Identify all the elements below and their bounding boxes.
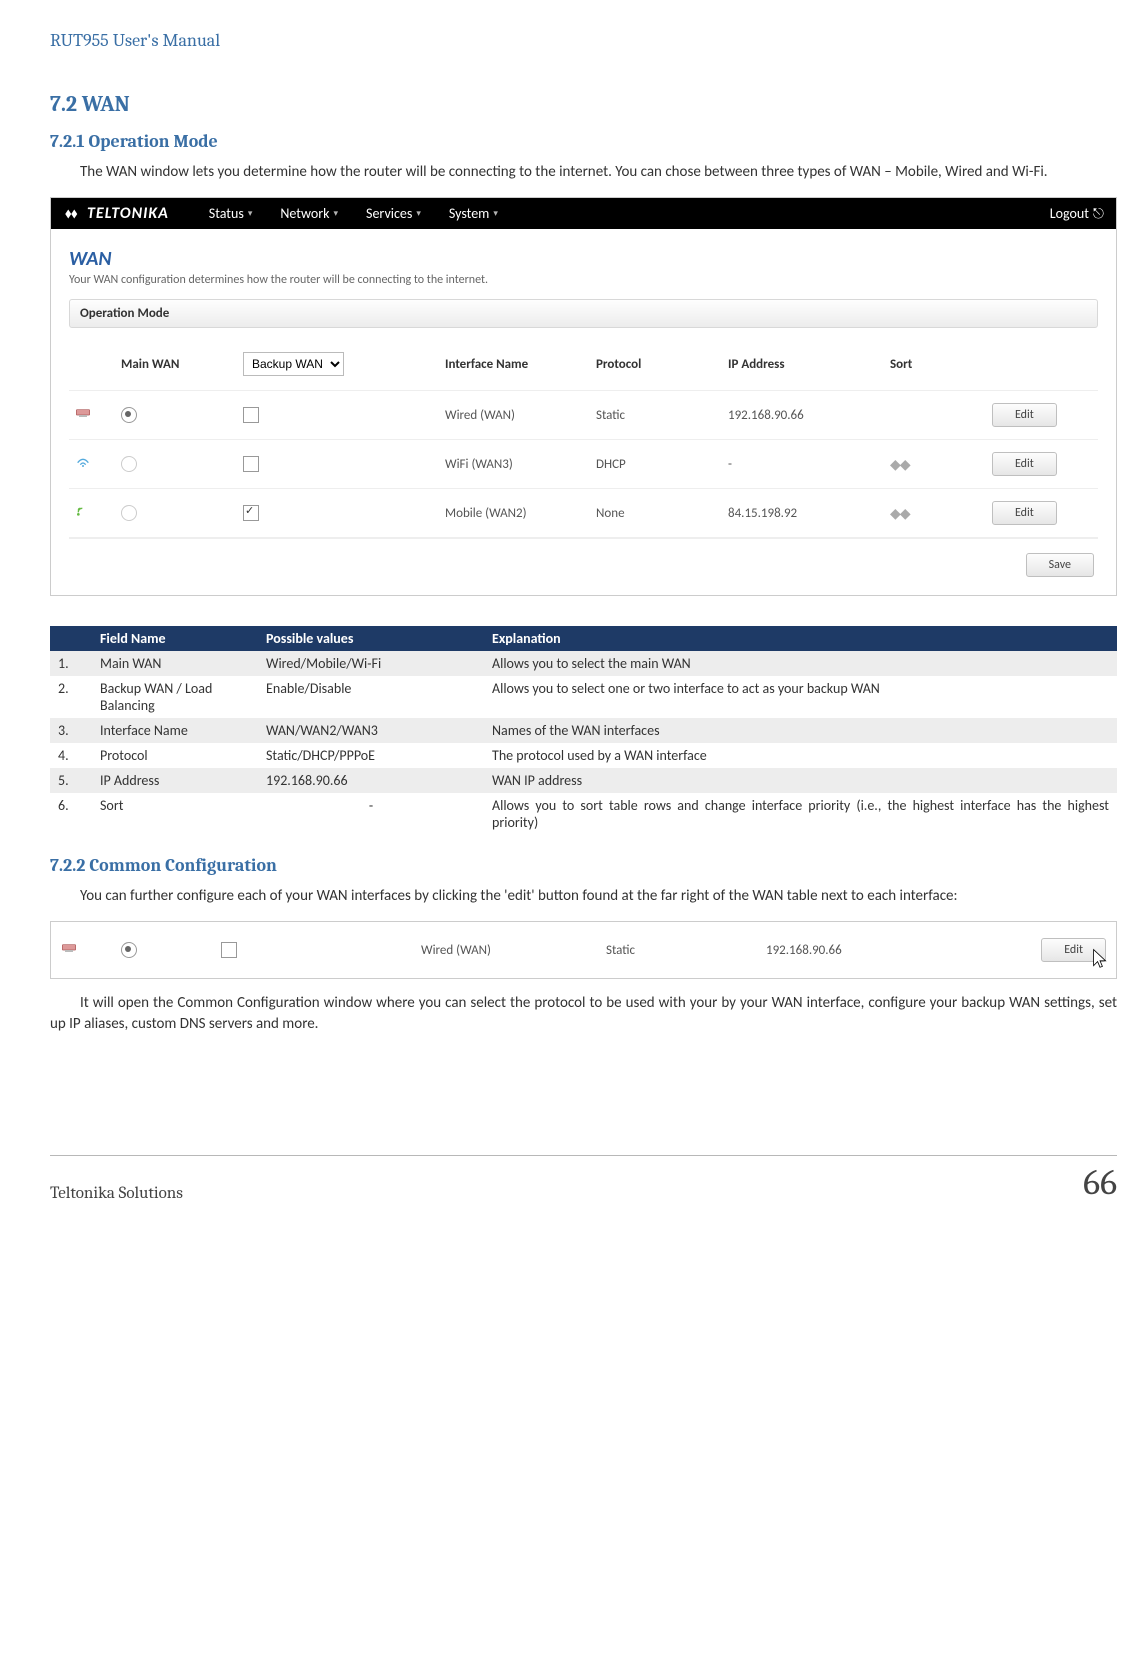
top-nav: Status▾ Network▾ Services▾ System▾ — [209, 205, 1050, 222]
col-protocol: Protocol — [590, 342, 722, 391]
cursor-icon — [1090, 948, 1110, 972]
cell-ip: - — [722, 440, 884, 489]
brand-text: TELTONIKA — [87, 204, 169, 223]
save-button[interactable]: Save — [1026, 553, 1094, 577]
backup-wan-checkbox[interactable] — [243, 456, 259, 472]
table-row: Mobile (WAN2) None 84.15.198.92 ◆ ◆ Edit — [69, 489, 1098, 538]
footer-brand: Teltonika Solutions — [50, 1184, 183, 1203]
sort-handle[interactable]: ◆ ◆ — [890, 505, 909, 522]
table-row: WiFi (WAN3) DHCP - ◆ ◆ Edit — [69, 440, 1098, 489]
wired-icon — [75, 406, 91, 420]
mobile-icon — [75, 504, 91, 518]
table-row: 5. IP Address 192.168.90.66 WAN IP addre… — [50, 768, 1117, 793]
cell-ip: 192.168.90.66 — [722, 391, 884, 440]
cell-protocol: None — [590, 489, 722, 538]
col-ip-address: IP Address — [722, 342, 884, 391]
edit-button[interactable]: Edit — [992, 501, 1057, 525]
paragraph: The WAN window lets you determine how th… — [50, 162, 1117, 183]
cell-interface: Mobile (WAN2) — [439, 489, 590, 538]
table-row: 2. Backup WAN / Load Balancing Enable/Di… — [50, 676, 1117, 718]
table-row: 6. Sort - Allows you to sort table rows … — [50, 793, 1117, 835]
router-ui-row-screenshot: Wired (WAN) Static 192.168.90.66 Edit — [50, 921, 1117, 979]
chevron-down-icon: ▾ — [416, 208, 421, 219]
col-interface-name: Interface Name — [439, 342, 590, 391]
chevron-down-icon: ▾ — [248, 208, 253, 219]
col-sort: Sort — [884, 342, 986, 391]
topbar: TELTONIKA Status▾ Network▾ Services▾ Sys… — [51, 198, 1116, 229]
subsection-heading: 7.2.1 Operation Mode — [50, 131, 1117, 152]
edit-button[interactable]: Edit — [992, 452, 1057, 476]
col-explanation: Explanation — [484, 626, 1117, 651]
col-main-wan: Main WAN — [115, 342, 237, 391]
cell-interface: Wired (WAN) — [411, 922, 596, 978]
subsection-heading: 7.2.2 Common Configuration — [50, 855, 1117, 876]
nav-system[interactable]: System▾ — [449, 205, 498, 222]
field-explanation-table: Field Name Possible values Explanation 1… — [50, 626, 1117, 835]
main-wan-radio[interactable] — [121, 456, 137, 472]
table-row: 3. Interface Name WAN/WAN2/WAN3 Names of… — [50, 718, 1117, 743]
cell-protocol: Static — [596, 922, 756, 978]
backup-wan-checkbox[interactable] — [221, 942, 237, 958]
table-row: Wired (WAN) Static 192.168.90.66 Edit — [51, 922, 1116, 978]
page-footer: Teltonika Solutions 66 — [50, 1155, 1117, 1203]
router-ui-screenshot: TELTONIKA Status▾ Network▾ Services▾ Sys… — [50, 197, 1117, 596]
nav-status[interactable]: Status▾ — [209, 205, 253, 222]
wifi-icon — [75, 455, 91, 469]
wan-table: Main WAN Backup WAN Interface Name Proto… — [69, 342, 1098, 538]
cell-ip: 84.15.198.92 — [722, 489, 884, 538]
chevron-down-icon: ▾ — [493, 208, 498, 219]
backup-wan-select[interactable]: Backup WAN — [243, 352, 344, 376]
nav-services[interactable]: Services▾ — [366, 205, 421, 222]
main-wan-radio[interactable] — [121, 407, 137, 423]
logout-link[interactable]: Logout ⎋ — [1050, 205, 1104, 222]
backup-wan-checkbox[interactable] — [243, 505, 259, 521]
edit-button[interactable]: Edit — [992, 403, 1057, 427]
col-possible-values: Possible values — [258, 626, 484, 651]
paragraph: You can further configure each of your W… — [50, 886, 1117, 907]
cell-ip: 192.168.90.66 — [756, 922, 976, 978]
main-wan-radio[interactable] — [121, 942, 137, 958]
cell-protocol: DHCP — [590, 440, 722, 489]
table-row: 4. Protocol Static/DHCP/PPPoE The protoc… — [50, 743, 1117, 768]
cell-protocol: Static — [590, 391, 722, 440]
sort-handle[interactable]: ◆ ◆ — [890, 456, 909, 473]
col-field-name: Field Name — [92, 626, 258, 651]
backup-wan-checkbox[interactable] — [243, 407, 259, 423]
nav-network[interactable]: Network▾ — [280, 205, 338, 222]
page-number: 66 — [1083, 1162, 1117, 1203]
wired-icon — [61, 941, 77, 955]
panel-title: Operation Mode — [69, 299, 1098, 328]
paragraph: It will open the Common Configuration wi… — [50, 993, 1117, 1035]
section-heading: 7.2 WAN — [50, 91, 1117, 117]
doc-header: RUT955 User's Manual — [50, 30, 1117, 51]
logout-icon: ⎋ — [1093, 205, 1104, 222]
brand-logo: TELTONIKA — [63, 204, 169, 223]
table-row: 1. Main WAN Wired/Mobile/Wi-Fi Allows yo… — [50, 651, 1117, 676]
main-wan-radio[interactable] — [121, 505, 137, 521]
cell-interface: Wired (WAN) — [439, 391, 590, 440]
cell-interface: WiFi (WAN3) — [439, 440, 590, 489]
table-row: Wired (WAN) Static 192.168.90.66 Edit — [69, 391, 1098, 440]
page-title: WAN — [69, 247, 1098, 271]
table-header-row: Main WAN Backup WAN Interface Name Proto… — [69, 342, 1098, 391]
page-description: Your WAN configuration determines how th… — [69, 273, 1098, 287]
logo-icon — [63, 205, 81, 223]
chevron-down-icon: ▾ — [334, 208, 339, 219]
